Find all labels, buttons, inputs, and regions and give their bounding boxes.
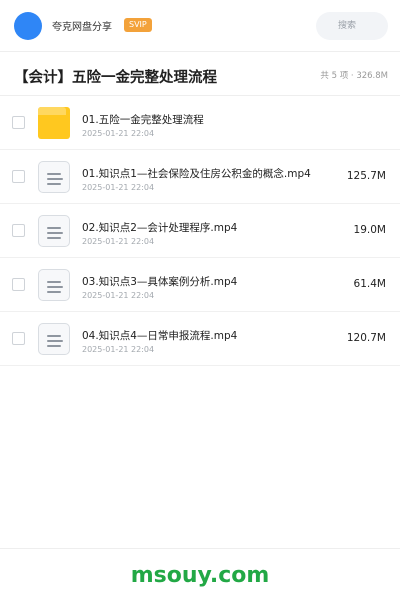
footer: msouy.com: [0, 548, 400, 600]
file-name: 01.知识点1—社会保险及住房公积金的概念.mp4: [82, 168, 311, 180]
file-name: 03.知识点3—具体案例分析.mp4: [82, 276, 238, 288]
search-placeholder: 搜索: [338, 21, 357, 31]
svip-badge: SVIP: [124, 18, 152, 32]
file-name: 02.知识点2—会计处理程序.mp4: [82, 222, 238, 234]
list-item[interactable]: 01.五险一金完整处理流程 2025-01-21 22:04: [0, 96, 400, 150]
file-size: 19.0M: [353, 224, 386, 236]
file-date: 2025-01-21 22:04: [82, 345, 155, 354]
file-name: 01.五险一金完整处理流程: [82, 114, 204, 126]
app-header: 夸克网盘分享 SVIP 搜索: [0, 0, 400, 52]
document-icon: [38, 269, 70, 301]
file-date: 2025-01-21 22:04: [82, 183, 155, 192]
search-input[interactable]: 搜索: [316, 12, 388, 40]
file-date: 2025-01-21 22:04: [82, 291, 155, 300]
list-item[interactable]: 04.知识点4—日常申报流程.mp4 2025-01-21 22:04 120.…: [0, 312, 400, 366]
file-size: 61.4M: [353, 278, 386, 290]
file-list: 01.五险一金完整处理流程 2025-01-21 22:04 01.知识点1—社…: [0, 96, 400, 366]
select-checkbox[interactable]: [12, 278, 25, 291]
select-checkbox[interactable]: [12, 116, 25, 129]
file-date: 2025-01-21 22:04: [82, 237, 155, 246]
document-icon: [38, 215, 70, 247]
document-icon: [38, 323, 70, 355]
list-item[interactable]: 02.知识点2—会计处理程序.mp4 2025-01-21 22:04 19.0…: [0, 204, 400, 258]
file-date: 2025-01-21 22:04: [82, 129, 155, 138]
folder-summary: 共 5 项 · 326.8M: [320, 71, 388, 81]
folder-icon: [38, 107, 70, 139]
document-icon: [38, 161, 70, 193]
folder-title-bar: 【会计】五险一金完整处理流程 共 5 项 · 326.8M: [0, 52, 400, 96]
file-size: 120.7M: [346, 332, 386, 344]
list-item[interactable]: 01.知识点1—社会保险及住房公积金的概念.mp4 2025-01-21 22:…: [0, 150, 400, 204]
site-watermark: msouy.com: [130, 563, 270, 588]
select-checkbox[interactable]: [12, 224, 25, 237]
page-title: 【会计】五险一金完整处理流程: [14, 70, 217, 86]
select-checkbox[interactable]: [12, 170, 25, 183]
select-checkbox[interactable]: [12, 332, 25, 345]
file-size: 125.7M: [346, 170, 386, 182]
sharer-name: 夸克网盘分享: [52, 22, 112, 33]
avatar[interactable]: [14, 12, 42, 40]
list-item[interactable]: 03.知识点3—具体案例分析.mp4 2025-01-21 22:04 61.4…: [0, 258, 400, 312]
file-name: 04.知识点4—日常申报流程.mp4: [82, 330, 238, 342]
